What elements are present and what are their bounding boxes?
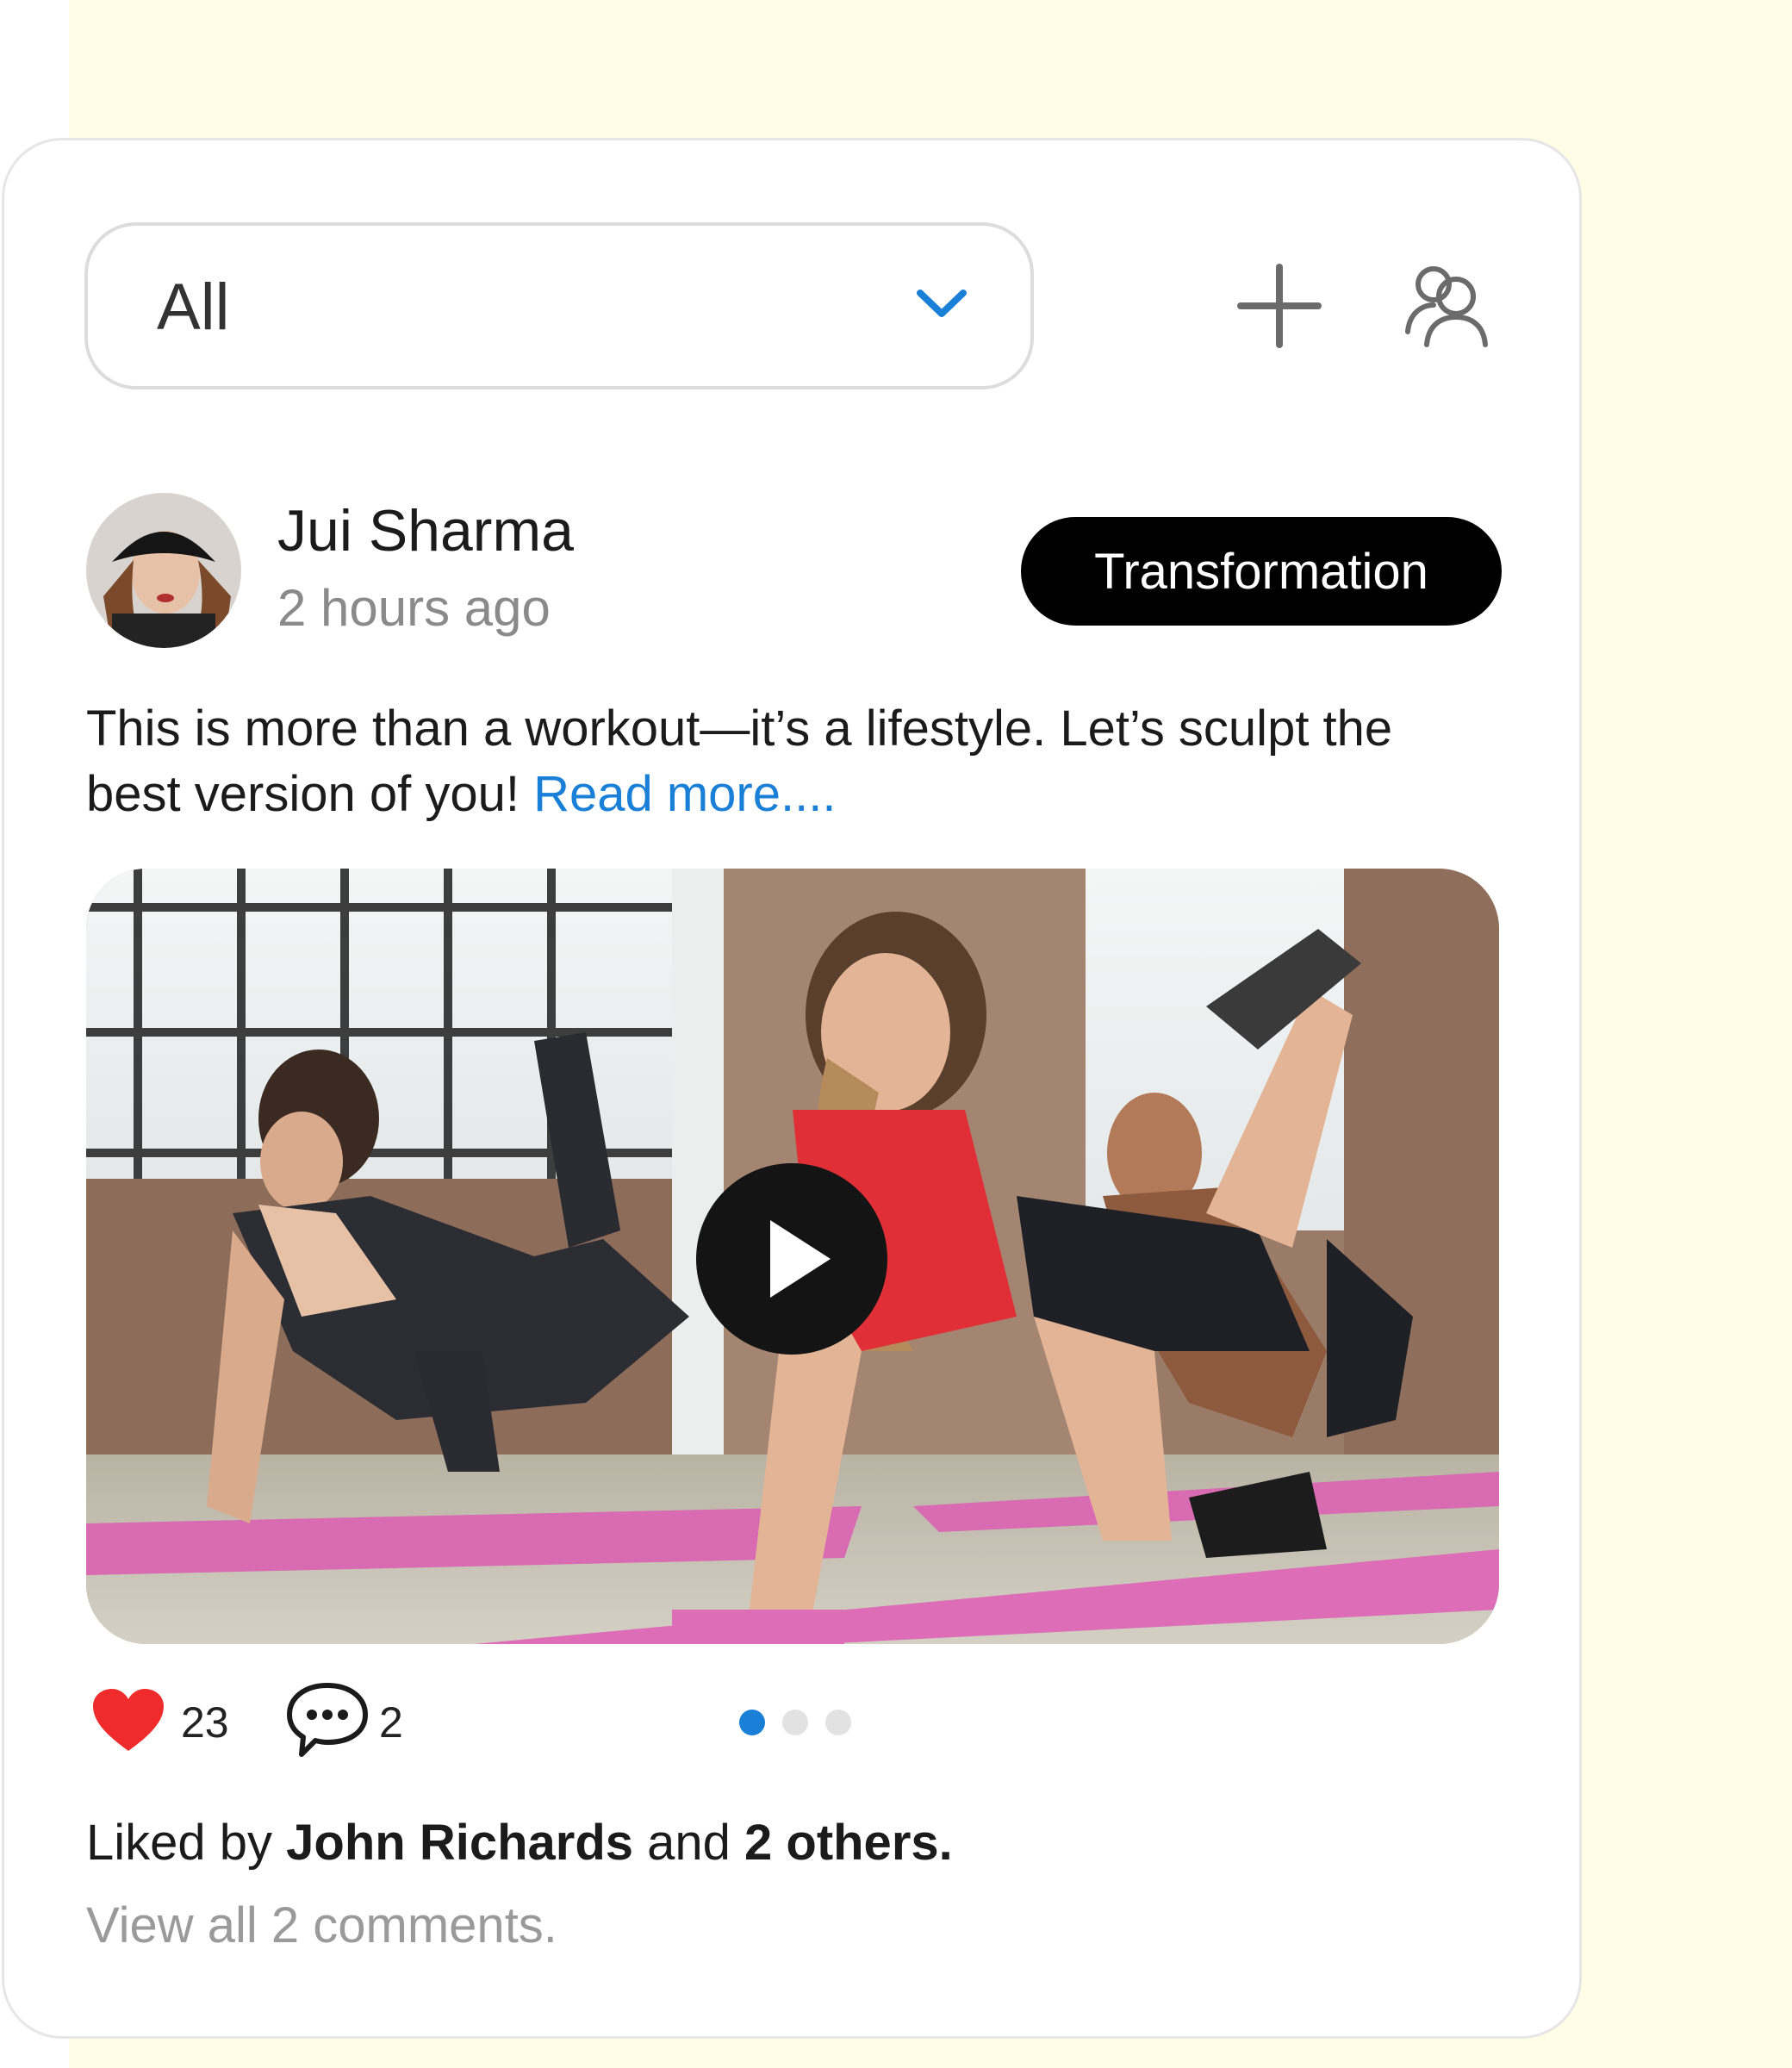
carousel-dot-1[interactable]	[739, 1710, 765, 1735]
comments-count: 2	[379, 1698, 403, 1747]
carousel-dot-3[interactable]	[825, 1710, 851, 1735]
filter-dropdown[interactable]: All	[84, 222, 1034, 389]
liked-by-prefix: Liked by	[86, 1815, 287, 1871]
category-tag[interactable]: Transformation	[1021, 517, 1502, 626]
view-comments-link[interactable]: View all 2 comments.	[86, 1896, 557, 1956]
liked-by-user[interactable]: John Richards	[286, 1815, 633, 1871]
chevron-down-icon	[917, 290, 967, 317]
liked-by-others[interactable]: 2 others.	[744, 1815, 953, 1871]
post-caption: This is more than a workout—it’s a lifes…	[86, 696, 1499, 827]
post-media[interactable]	[86, 869, 1499, 1644]
plus-icon[interactable]	[1232, 258, 1327, 353]
liked-by-text: Liked by John Richards and 2 others.	[86, 1813, 953, 1873]
liked-by-mid: and	[633, 1815, 745, 1871]
comment-icon[interactable]	[284, 1680, 370, 1760]
carousel-indicator	[739, 1710, 851, 1735]
play-icon	[770, 1220, 831, 1298]
carousel-dot-2[interactable]	[782, 1710, 808, 1735]
avatar-image	[86, 493, 241, 648]
author-name[interactable]: Jui Sharma	[277, 496, 574, 565]
post-timestamp: 2 hours ago	[277, 579, 551, 637]
play-button[interactable]	[696, 1163, 887, 1355]
avatar[interactable]	[86, 493, 241, 648]
heart-icon[interactable]	[90, 1685, 167, 1754]
filter-value: All	[157, 271, 230, 344]
read-more-link[interactable]: Read more....	[533, 766, 836, 822]
likes-count: 23	[181, 1698, 229, 1747]
people-icon[interactable]	[1399, 258, 1494, 353]
